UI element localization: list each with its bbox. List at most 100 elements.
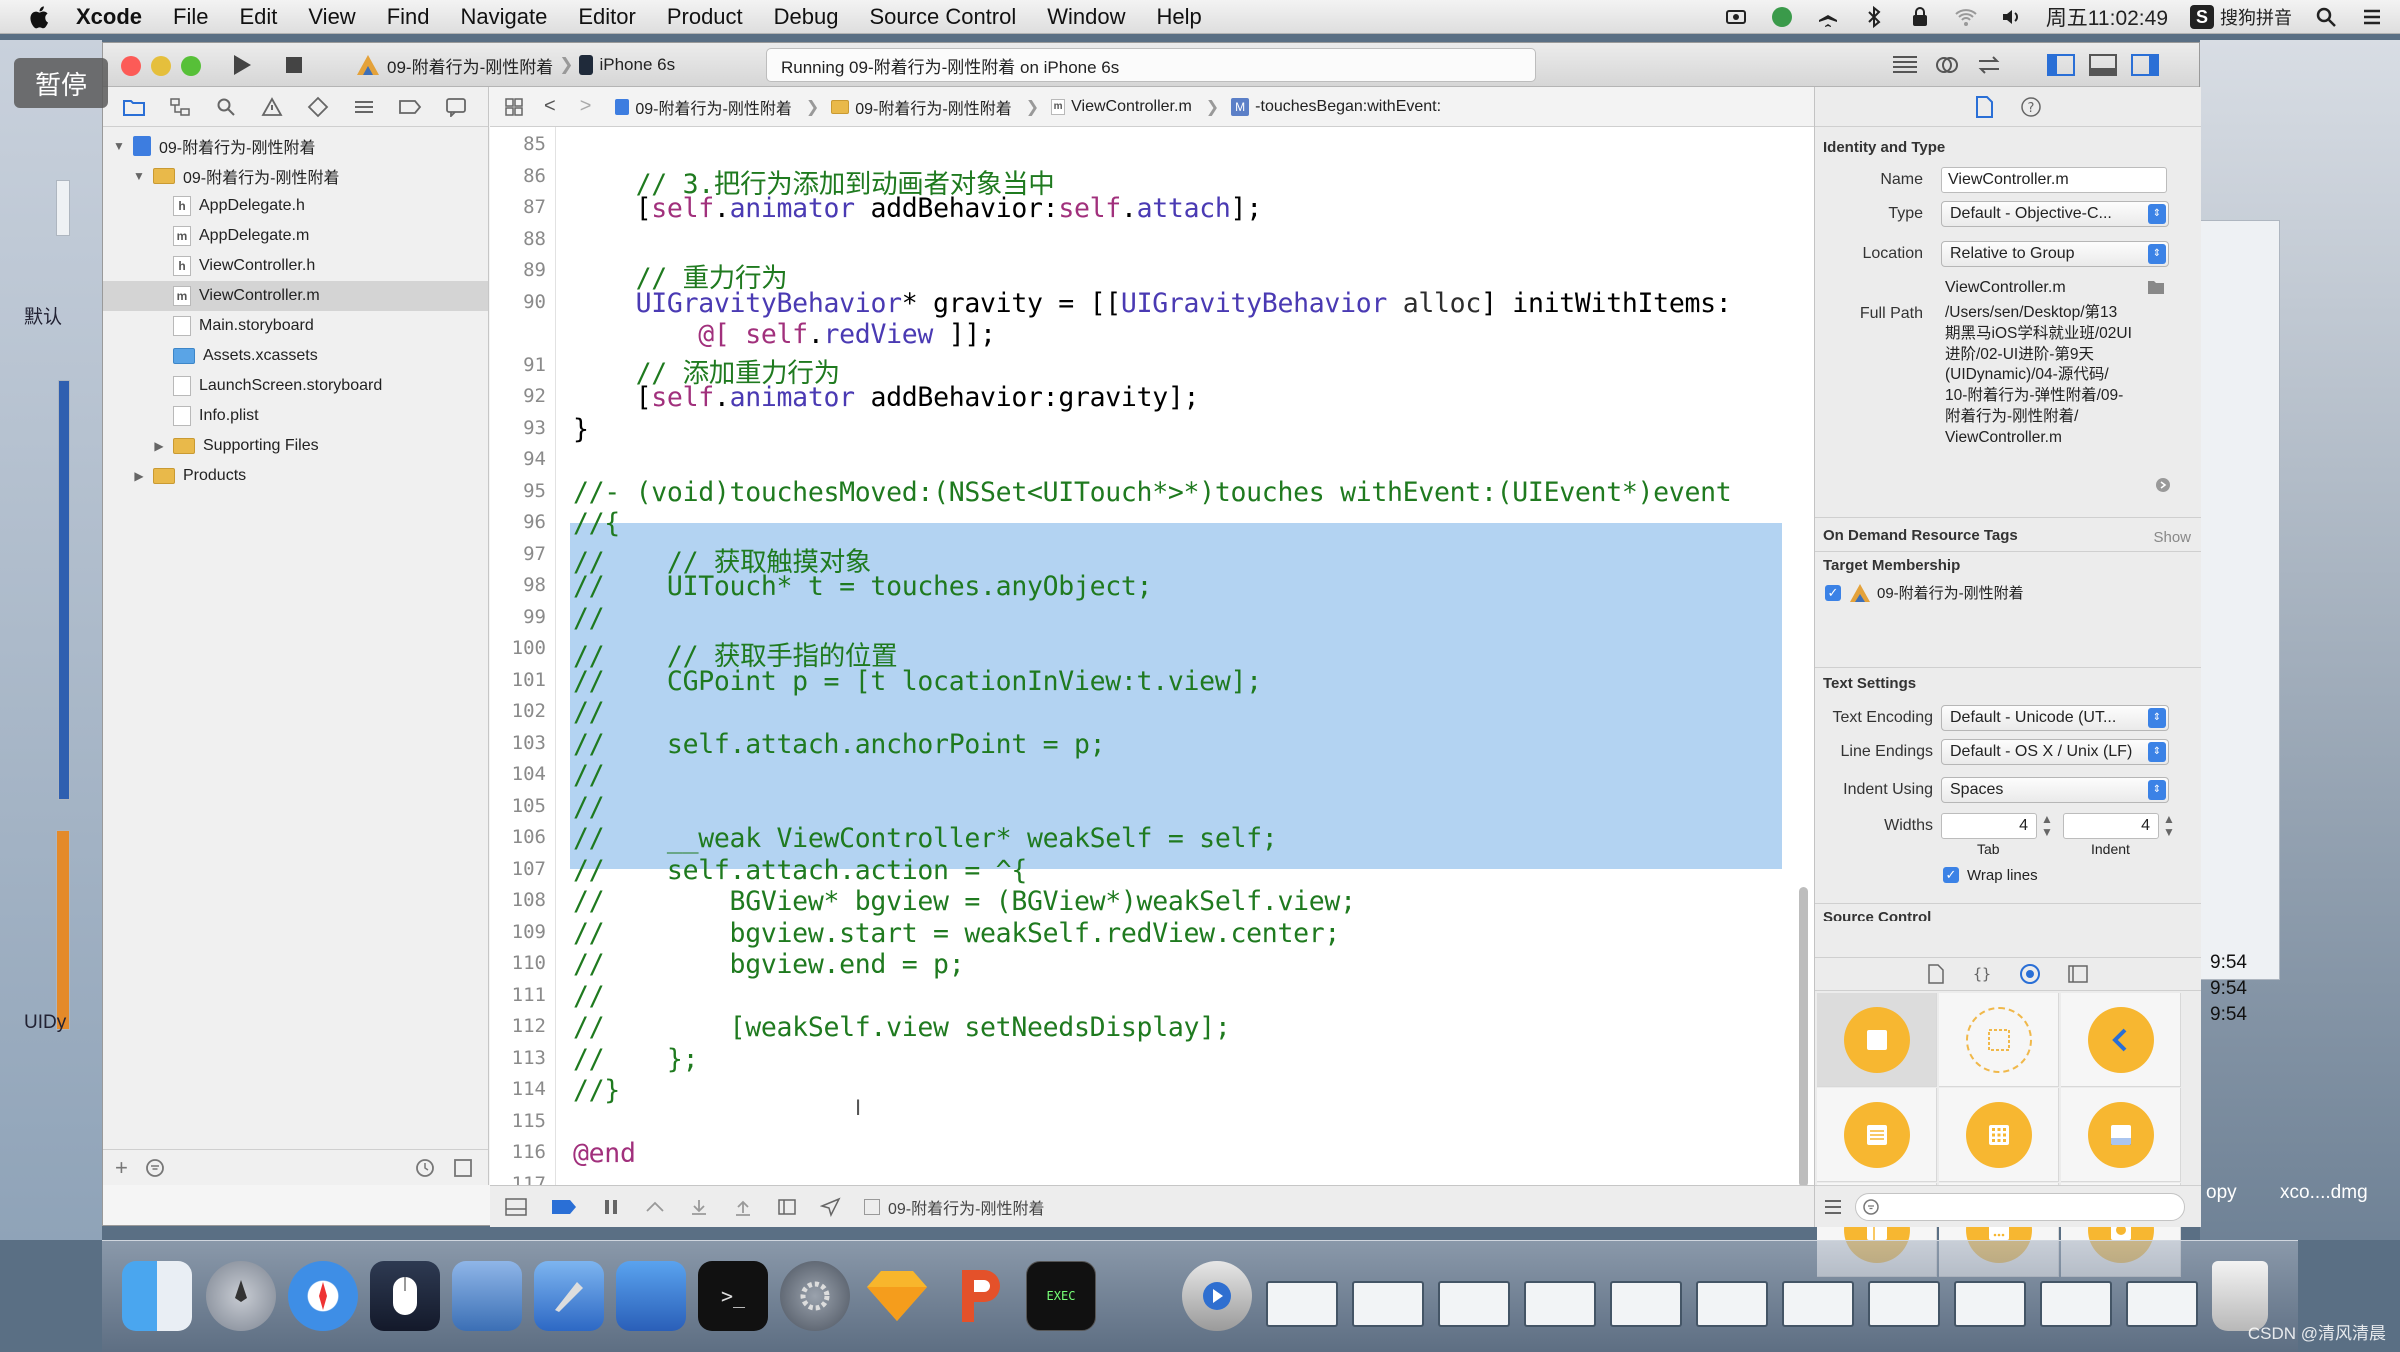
code-line[interactable]: 88 xyxy=(490,224,1814,256)
line-number[interactable]: 93 xyxy=(490,417,546,439)
file-template-library-icon[interactable] xyxy=(1927,963,1945,985)
minimized-window-thumbnail[interactable] xyxy=(1868,1281,1940,1327)
code-line[interactable]: 107 // self.attach.action = ^{ xyxy=(490,854,1814,886)
recent-files-icon[interactable] xyxy=(414,1157,436,1179)
report-navigator-tab[interactable] xyxy=(443,94,469,120)
line-number[interactable]: 101 xyxy=(490,669,546,691)
indent-width-field[interactable]: 4 xyxy=(2063,813,2159,839)
jumpbar-symbol[interactable]: M -touchesBegan:withEvent: xyxy=(1231,97,1441,116)
quicktime-icon[interactable] xyxy=(1182,1261,1252,1331)
mouse-app-icon[interactable] xyxy=(370,1261,440,1331)
input-method[interactable]: S 搜狗拼音 xyxy=(2190,4,2292,30)
disclosure-triangle-icon[interactable]: ▶ xyxy=(133,469,145,483)
line-number[interactable]: 114 xyxy=(490,1078,546,1100)
line-number[interactable]: 97 xyxy=(490,543,546,565)
debug-navigator-tab[interactable] xyxy=(351,94,377,120)
code-line[interactable]: 87 [self.animator addBehavior:self.attac… xyxy=(490,192,1814,224)
line-number[interactable]: 110 xyxy=(490,952,546,974)
code-line[interactable]: 116 @end xyxy=(490,1137,1814,1169)
code-line[interactable]: 92 [self.animator addBehavior:gravity]; xyxy=(490,381,1814,413)
minimized-window-thumbnail[interactable] xyxy=(1266,1281,1338,1327)
line-number[interactable]: 111 xyxy=(490,984,546,1006)
close-window-button[interactable] xyxy=(121,56,141,76)
tree-row-file[interactable]: Assets.xcassets xyxy=(103,341,488,371)
minimized-window-thumbnail[interactable] xyxy=(1610,1281,1682,1327)
pause-icon[interactable] xyxy=(600,1197,622,1217)
screen-record-icon[interactable] xyxy=(1724,5,1748,29)
line-number[interactable]: 99 xyxy=(490,606,546,628)
menu-app-name[interactable]: Xcode xyxy=(76,4,142,30)
sketch-icon[interactable] xyxy=(862,1261,932,1331)
toggle-utilities-icon[interactable] xyxy=(2129,51,2161,79)
code-line[interactable]: 114 //} xyxy=(490,1074,1814,1106)
related-items-icon[interactable] xyxy=(504,97,524,117)
library-item-table-view-controller[interactable] xyxy=(1817,1088,1937,1182)
tree-row-file[interactable]: h AppDelegate.h xyxy=(103,191,488,221)
step-out-icon[interactable] xyxy=(732,1197,754,1217)
code-line-text[interactable]: //} xyxy=(573,1075,620,1106)
quick-help-icon[interactable]: ? xyxy=(2020,96,2042,118)
add-file-button[interactable]: + xyxy=(115,1155,128,1181)
show-button[interactable]: Show xyxy=(2153,527,2191,548)
indent-width-stepper[interactable]: ▲ ▼ xyxy=(2163,813,2175,839)
code-line-text[interactable]: // xyxy=(573,697,605,728)
zoom-window-button[interactable] xyxy=(181,56,201,76)
status-green-icon[interactable] xyxy=(1770,5,1794,29)
line-number[interactable]: 96 xyxy=(490,511,546,533)
code-line-text[interactable]: // self.attach.anchorPoint = p; xyxy=(573,729,1106,760)
tree-row-file[interactable]: Main.storyboard xyxy=(103,311,488,341)
screenflow-icon[interactable] xyxy=(452,1261,522,1331)
code-line-text[interactable]: // xyxy=(573,981,605,1012)
line-number[interactable]: 107 xyxy=(490,858,546,880)
code-line-text[interactable]: [self.animator addBehavior:gravity]; xyxy=(573,382,1200,413)
code-line[interactable]: 97// // 获取触摸对象 xyxy=(490,539,1814,578)
view-hierarchy-icon[interactable] xyxy=(776,1197,798,1217)
indent-using-popup[interactable]: Spaces ⇕ xyxy=(1941,777,2169,803)
menu-help[interactable]: Help xyxy=(1157,4,1202,30)
source-control-filter-icon[interactable] xyxy=(452,1157,474,1179)
menu-edit[interactable]: Edit xyxy=(239,4,277,30)
menu-source-control[interactable]: Source Control xyxy=(870,4,1017,30)
line-number[interactable]: 94 xyxy=(490,448,546,470)
line-number[interactable]: 100 xyxy=(490,637,546,659)
menu-debug[interactable]: Debug xyxy=(774,4,839,30)
code-line[interactable]: 109 // bgview.start = weakSelf.redView.ce… xyxy=(490,917,1814,949)
library-item-collection-view-controller[interactable] xyxy=(1939,1088,2059,1182)
code-snippet-library-icon[interactable]: {} xyxy=(1971,963,1993,985)
code-line[interactable]: 112 // [weakSelf.view setNeedsDisplay]; xyxy=(490,1011,1814,1043)
code-line[interactable]: 105 // xyxy=(490,791,1814,823)
code-line[interactable]: 102 // xyxy=(490,696,1814,728)
volume-icon[interactable] xyxy=(2000,5,2024,29)
code-line[interactable]: 111 // xyxy=(490,980,1814,1012)
tree-row-group[interactable]: ▼ 09-附着行为-刚性附着 xyxy=(103,161,488,191)
code-line[interactable]: 86 // 3.把行为添加到动画者对象当中 xyxy=(490,161,1814,200)
tree-row-group[interactable]: ▶ Supporting Files xyxy=(103,431,488,461)
code-line[interactable]: 93} xyxy=(490,413,1814,445)
code-line[interactable]: 91 // 添加重力行为 xyxy=(490,350,1814,389)
minimized-window-thumbnail[interactable] xyxy=(1438,1281,1510,1327)
code-line[interactable]: 113 // }; xyxy=(490,1043,1814,1075)
target-membership-checkbox[interactable]: ✓ xyxy=(1825,585,1841,601)
stop-button[interactable] xyxy=(275,49,313,81)
code-line-text[interactable]: // __weak ViewController* weakSelf = sel… xyxy=(573,823,1278,854)
tree-row-file[interactable]: m AppDelegate.m xyxy=(103,221,488,251)
menu-find[interactable]: Find xyxy=(387,4,430,30)
editor-scrollbar[interactable] xyxy=(1799,887,1808,1185)
minimize-window-button[interactable] xyxy=(151,56,171,76)
code-line[interactable]: 90 UIGravityBehavior* gravity = [[UIGrav… xyxy=(490,287,1814,319)
line-number[interactable]: 115 xyxy=(490,1110,546,1132)
instruments-icon[interactable] xyxy=(616,1261,686,1331)
version-editor-icon[interactable] xyxy=(1973,51,2005,79)
code-line[interactable]: 101 // CGPoint p = [t locationInView:t.vi… xyxy=(490,665,1814,697)
line-number[interactable]: 95 xyxy=(490,480,546,502)
reveal-in-finder-icon[interactable] xyxy=(2155,477,2171,493)
minimized-window-thumbnail[interactable] xyxy=(2126,1281,2198,1327)
minimized-window-thumbnail[interactable] xyxy=(1352,1281,1424,1327)
library-item-storyboard-reference[interactable] xyxy=(1939,993,2059,1087)
issue-navigator-tab[interactable] xyxy=(259,94,285,120)
jumpbar-group[interactable]: 09-附着行为-刚性附着 xyxy=(831,95,1012,119)
line-number[interactable]: 116 xyxy=(490,1141,546,1163)
desktop-file-label[interactable]: opy xyxy=(2206,1182,2237,1204)
line-number[interactable]: 91 xyxy=(490,354,546,376)
step-over-icon[interactable] xyxy=(644,1197,666,1217)
